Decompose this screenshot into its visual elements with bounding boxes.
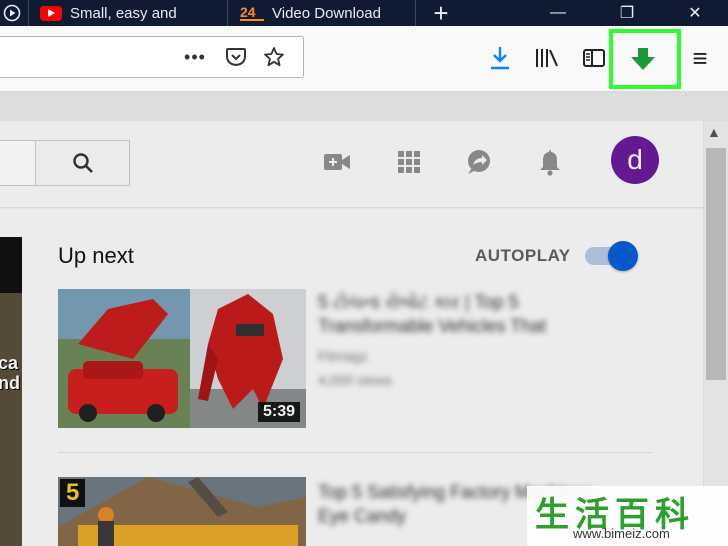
scrollbar-thumb[interactable] [706,148,726,380]
search-input[interactable] [0,140,36,186]
video-thumbnail[interactable]: 5:39 [58,289,306,428]
library-icon [536,49,558,67]
messages-button[interactable] [464,145,494,179]
video-title-blurred[interactable]: 5 ટોચના રોબોટ કાર | Top 5 Transformable … [318,290,618,338]
video-player-edge[interactable] [0,237,22,293]
play-circle-icon [3,4,21,22]
page-actions-button[interactable]: ••• [175,45,215,69]
bell-icon [540,150,560,176]
watermark-url: www.bimeiz.com [573,526,670,541]
divider [58,452,652,453]
tab-title: Video Download [272,4,381,22]
new-tab-button[interactable]: + [428,0,454,28]
up-next-heading: Up next [58,243,134,268]
url-bar[interactable]: ••• [0,36,304,78]
video-overlay-text: ca [0,353,19,373]
tab-separator [415,0,416,26]
close-window-button[interactable]: ✕ [682,0,708,26]
tab-youtube[interactable]: Small, easy and [40,0,212,26]
autoplay-toggle-knob[interactable] [608,241,638,271]
video-camera-icon [324,154,350,170]
youtube-logo-icon [40,5,62,21]
create-video-button[interactable] [322,145,352,179]
tab-video-download[interactable]: 24 Video Download [240,0,410,26]
avatar[interactable]: d [611,136,659,184]
apps-button[interactable] [394,145,424,179]
sidebar-icon [583,49,605,67]
scroll-up-arrow-icon[interactable]: ▲ [707,124,721,140]
share-chat-icon [468,150,490,174]
tab-separator [227,0,228,26]
library-button[interactable] [533,44,561,72]
bookmarks-area [0,92,728,121]
rank-badge: 5 [60,479,86,507]
factory-machine-image [58,477,306,546]
downloads-button[interactable] [486,44,514,72]
video-player-frame[interactable]: ca nd [0,293,22,546]
video-views-blurred: 4,000 views [318,372,392,388]
tab-separator [28,0,29,26]
search-button[interactable] [35,140,130,186]
watermark: 生活百科 www.bimeiz.com [527,486,728,546]
24-logo-icon: 24 [240,5,264,21]
highlight-box [609,29,681,89]
restore-button[interactable]: ❐ [614,0,640,26]
sidebar-button[interactable] [580,44,608,72]
autoplay-label: AUTOPLAY [475,246,571,265]
notifications-button[interactable] [535,145,565,179]
minimize-button[interactable]: — [545,0,571,26]
downloads-icon [491,47,509,70]
video-channel-blurred: Fitmagz [318,348,368,364]
bookmark-star-icon[interactable] [261,45,287,69]
pocket-icon[interactable] [223,45,249,69]
apps-grid-icon [398,151,420,173]
video-thumbnail[interactable]: 5 [58,477,306,546]
search-icon [72,153,93,173]
video-overlay-text: nd [0,373,20,393]
tab-partial-play[interactable] [0,0,26,26]
tab-title: Small, easy and [70,4,177,22]
video-duration: 5:39 [257,402,300,422]
hamburger-menu-button[interactable]: ≡ [686,43,714,73]
tab-bar: Small, easy and 24 Video Download + — ❐ … [0,0,728,28]
